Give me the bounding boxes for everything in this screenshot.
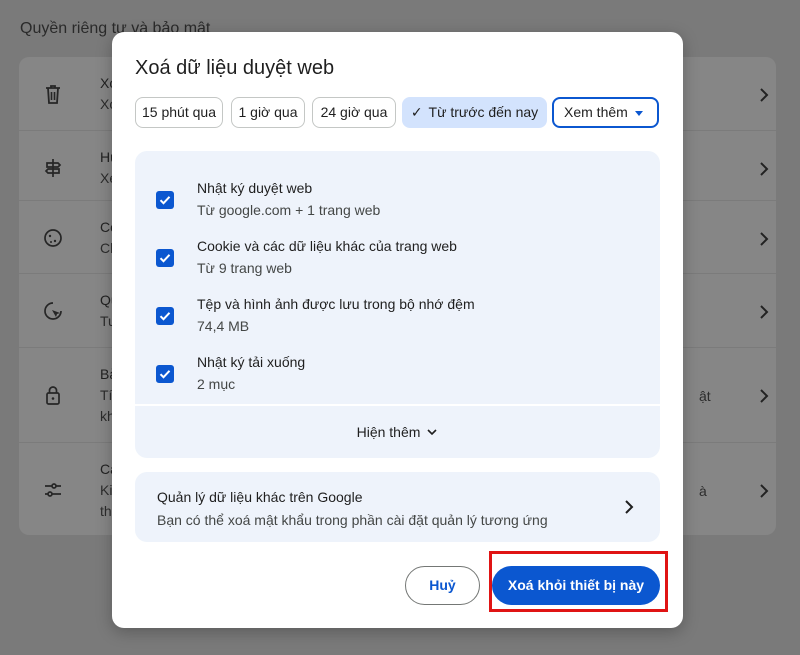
chevron-right-icon xyxy=(760,88,769,102)
item-title: Tệp và hình ảnh được lưu trong bộ nhớ đệ… xyxy=(197,296,475,312)
list-item-cache[interactable]: Tệp và hình ảnh được lưu trong bộ nhớ đệ… xyxy=(135,296,660,354)
check-icon: ✓ xyxy=(410,104,423,120)
cancel-button[interactable]: Huỷ xyxy=(405,566,480,605)
show-more-label: Hiện thêm xyxy=(356,424,421,440)
chip-15-minutes[interactable]: 15 phút qua xyxy=(135,97,223,128)
chip-all-time-label: Từ trước đến nay xyxy=(428,104,539,120)
chevron-right-icon xyxy=(760,232,769,246)
sliders-icon xyxy=(43,479,63,501)
checkbox-downloads[interactable] xyxy=(156,365,174,383)
chip-all-time[interactable]: ✓ Từ trước đến nay xyxy=(402,97,547,128)
checkmark-icon xyxy=(159,196,171,205)
data-types-list: Nhật ký duyệt web Từ google.com + 1 tran… xyxy=(135,151,660,458)
list-item-history[interactable]: Nhật ký duyệt web Từ google.com + 1 tran… xyxy=(135,180,660,238)
guide-sign-icon xyxy=(43,157,63,179)
chip-1-hour[interactable]: 1 giờ qua xyxy=(231,97,305,128)
trash-icon xyxy=(43,83,63,105)
item-subtitle: Từ 9 trang web xyxy=(197,260,292,276)
manage-subtitle: Bạn có thể xoá mật khẩu trong phần cài đ… xyxy=(157,512,548,528)
item-title: Nhật ký tải xuống xyxy=(197,354,306,370)
item-title: Cookie và các dữ liệu khác của trang web xyxy=(197,238,457,254)
item-title: Nhật ký duyệt web xyxy=(197,180,313,196)
checkbox-history[interactable] xyxy=(156,191,174,209)
item-subtitle: Từ google.com + 1 trang web xyxy=(197,202,381,218)
lock-icon xyxy=(43,384,63,406)
cookie-icon xyxy=(43,227,63,249)
chevron-right-icon xyxy=(625,500,634,514)
checkmark-icon xyxy=(159,254,171,263)
dialog-title: Xoá dữ liệu duyệt web xyxy=(135,57,335,79)
chip-24-hours[interactable]: 24 giờ qua xyxy=(312,97,396,128)
show-more-button[interactable]: Hiện thêm xyxy=(135,404,660,458)
chevron-right-icon xyxy=(760,484,769,498)
checkmark-icon xyxy=(159,370,171,379)
row-desc-tail: ật xyxy=(699,388,711,404)
row-desc-tail: à xyxy=(699,483,707,499)
permissions-icon xyxy=(43,300,63,322)
delete-from-device-button[interactable]: Xoá khỏi thiết bị này xyxy=(492,566,660,605)
manage-google-data-link[interactable]: Quản lý dữ liệu khác trên Google Bạn có … xyxy=(135,472,660,542)
chevron-down-icon xyxy=(427,429,437,436)
checkbox-cookies[interactable] xyxy=(156,249,174,267)
chevron-right-icon xyxy=(760,389,769,403)
more-ranges-dropdown[interactable]: Xem thêm xyxy=(552,97,659,128)
manage-title: Quản lý dữ liệu khác trên Google xyxy=(157,489,363,505)
caret-down-icon xyxy=(635,111,643,116)
item-subtitle: 2 mục xyxy=(197,376,236,392)
checkbox-cache[interactable] xyxy=(156,307,174,325)
item-subtitle: 74,4 MB xyxy=(197,318,250,334)
checkmark-icon xyxy=(159,312,171,321)
clear-browsing-data-dialog: Xoá dữ liệu duyệt web 15 phút qua 1 giờ … xyxy=(112,32,683,628)
dropdown-label: Xem thêm xyxy=(564,104,628,120)
chevron-right-icon xyxy=(760,305,769,319)
chevron-right-icon xyxy=(760,162,769,176)
list-item-cookies[interactable]: Cookie và các dữ liệu khác của trang web… xyxy=(135,238,660,296)
